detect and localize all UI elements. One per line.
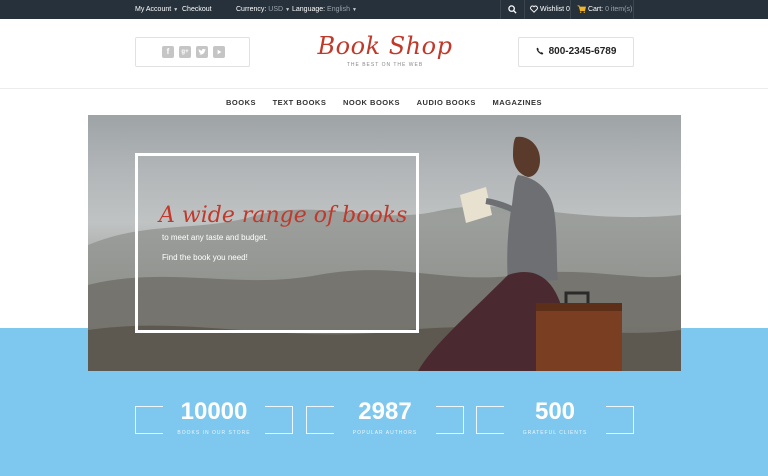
site-header: f g+ Book Shop THE BEST ON THE WEB 800-2…: [0, 19, 768, 89]
suitcase: [536, 291, 622, 371]
hero-title: A wide range of books: [159, 203, 408, 228]
logo-name: Book Shop: [317, 32, 453, 60]
divider: [524, 0, 525, 19]
hero-subtitle: to meet any taste and budget.: [162, 233, 268, 242]
cart-label: Cart:: [587, 6, 604, 13]
chevron-down-icon: ▼: [285, 7, 291, 13]
chevron-down-icon: ▼: [352, 7, 357, 13]
hero-banner[interactable]: A wide range of books to meet any taste …: [88, 115, 681, 371]
stat-number: 500: [534, 398, 576, 425]
cart-icon: [577, 5, 586, 14]
cart-value: 0 item(s): [605, 6, 633, 13]
youtube-icon[interactable]: [213, 46, 225, 58]
currency-label: Currency:: [236, 6, 267, 13]
logo-tagline: THE BEST ON THE WEB: [346, 62, 424, 68]
facebook-icon[interactable]: f: [162, 46, 174, 58]
divider: [570, 0, 571, 19]
my-account-label: My Account: [135, 6, 172, 13]
hero-frame: [135, 153, 419, 333]
google-plus-icon[interactable]: g+: [179, 46, 191, 58]
stat-label: GRATEFUL CLIENTS: [522, 430, 588, 436]
wishlist-link[interactable]: Wishlist 0: [530, 0, 570, 19]
stat-clients: 500 GRATEFUL CLIENTS: [476, 396, 634, 440]
main-nav: BOOKS TEXT BOOKS NOOK BOOKS AUDIO BOOKS …: [0, 90, 768, 115]
nav-item-magazines[interactable]: MAGAZINES: [493, 90, 543, 115]
chevron-down-icon: ▼: [173, 7, 179, 13]
stat-number: 2987: [358, 398, 412, 425]
nav-item-audio-books[interactable]: AUDIO BOOKS: [417, 90, 476, 115]
stat-label: BOOKS IN OUR STORE: [177, 430, 251, 436]
phone-number: 800-2345-6789: [548, 46, 617, 57]
checkout-link[interactable]: Checkout: [182, 0, 212, 19]
divider: [633, 0, 634, 19]
social-links: f g+: [135, 37, 250, 67]
my-account-dropdown[interactable]: My Account ▼: [135, 0, 178, 19]
nav-item-nook-books[interactable]: NOOK BOOKS: [343, 90, 400, 115]
language-dropdown[interactable]: Language: English ▼: [292, 0, 357, 19]
phone-contact[interactable]: 800-2345-6789: [518, 37, 634, 67]
heart-icon: [530, 5, 538, 14]
twitter-icon[interactable]: [196, 46, 208, 58]
language-value: English: [327, 6, 351, 13]
stat-label: POPULAR AUTHORS: [352, 430, 418, 436]
divider: [500, 0, 501, 19]
language-label: Language:: [292, 6, 326, 13]
currency-dropdown[interactable]: Currency: USD ▼: [236, 0, 290, 19]
top-bar: My Account ▼ Checkout Currency: USD ▼ Lang…: [0, 0, 768, 19]
wishlist-label: Wishlist: [539, 6, 565, 13]
search-button[interactable]: [508, 0, 517, 19]
search-icon: [508, 4, 517, 14]
stat-authors: 2987 POPULAR AUTHORS: [306, 396, 464, 440]
currency-value: USD: [268, 6, 284, 13]
stat-books: 10000 BOOKS IN OUR STORE: [135, 396, 293, 440]
site-logo[interactable]: Book Shop THE BEST ON THE WEB: [300, 32, 470, 68]
hero-callout: Find the book you need!: [162, 253, 248, 262]
nav-item-text-books[interactable]: TEXT BOOKS: [273, 90, 327, 115]
stat-number: 10000: [180, 398, 248, 425]
phone-icon: [536, 47, 543, 55]
cart-link[interactable]: Cart: 0 item(s): [577, 0, 632, 19]
nav-item-books[interactable]: BOOKS: [226, 90, 256, 115]
